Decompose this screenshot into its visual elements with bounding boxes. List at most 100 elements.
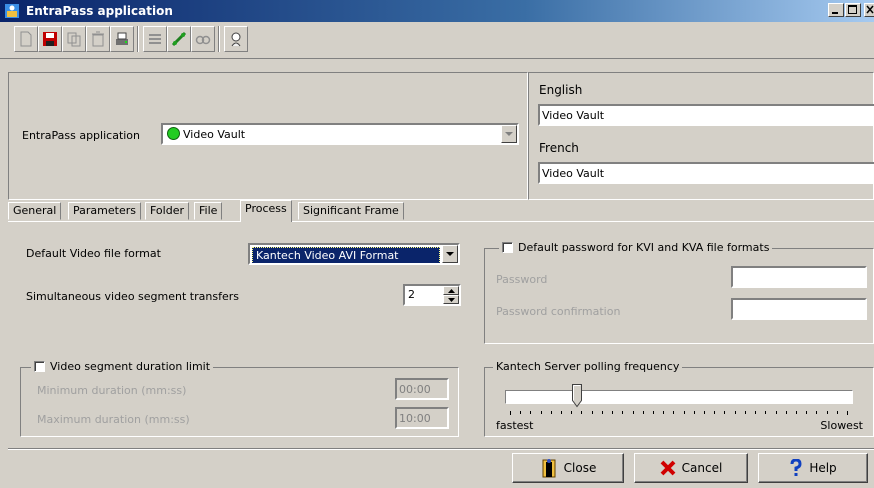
slider-tick bbox=[786, 411, 787, 414]
password-confirm-label: Password confirmation bbox=[496, 305, 621, 318]
min-duration-label: Minimum duration (mm:ss) bbox=[37, 384, 187, 397]
slider-tick bbox=[765, 411, 766, 414]
entrapass-application-value: Video Vault bbox=[183, 128, 246, 141]
bottom-separator bbox=[8, 448, 874, 450]
link-button[interactable] bbox=[167, 26, 191, 52]
transfers-spinner[interactable]: 2 bbox=[403, 284, 461, 306]
new-button[interactable] bbox=[14, 26, 38, 52]
slider-tick bbox=[571, 411, 572, 414]
video-format-label: Default Video file format bbox=[26, 247, 161, 260]
polling-slider-ticks bbox=[510, 411, 848, 415]
slider-tick bbox=[724, 411, 725, 414]
maximize-icon bbox=[848, 5, 857, 14]
slider-tick bbox=[551, 411, 552, 414]
slider-tick bbox=[776, 411, 777, 414]
delete-button[interactable] bbox=[86, 26, 110, 52]
duration-limit-checkbox[interactable] bbox=[34, 361, 45, 372]
save-icon bbox=[43, 32, 57, 46]
slider-tick bbox=[653, 411, 654, 414]
slider-tick bbox=[755, 411, 756, 414]
video-format-dropdown-button[interactable] bbox=[442, 245, 458, 263]
slider-tick bbox=[714, 411, 715, 414]
polling-frequency-group: Kantech Server polling frequency fastest… bbox=[484, 360, 874, 437]
transfers-value: 2 bbox=[408, 288, 415, 301]
app-selection-panel: EntraPass application Video Vault bbox=[8, 72, 528, 200]
tab-parameters[interactable]: Parameters bbox=[68, 202, 141, 220]
help-button-label: Help bbox=[809, 461, 837, 475]
minimize-button[interactable] bbox=[828, 3, 844, 17]
tab-file[interactable]: File bbox=[194, 202, 223, 220]
polling-max-label: Slowest bbox=[820, 419, 863, 432]
max-duration-label: Maximum duration (mm:ss) bbox=[37, 413, 190, 426]
default-password-label: Default password for KVI and KVA file fo… bbox=[518, 241, 770, 254]
toolbar bbox=[0, 22, 874, 59]
tab-process[interactable]: Process bbox=[240, 200, 292, 222]
question-mark-icon bbox=[790, 459, 802, 476]
toolbar-separator bbox=[218, 26, 220, 52]
polling-slider-thumb[interactable] bbox=[572, 384, 582, 408]
duration-limit-label: Video segment duration limit bbox=[50, 360, 211, 373]
copy-button[interactable] bbox=[62, 26, 86, 52]
password-confirm-field[interactable] bbox=[731, 298, 867, 320]
help-button[interactable]: Help bbox=[758, 453, 868, 483]
help-icon bbox=[231, 32, 241, 47]
language-panel: English Video Vault French Video Vault bbox=[528, 72, 874, 200]
french-name-field[interactable]: Video Vault bbox=[538, 162, 874, 184]
slider-tick bbox=[561, 411, 562, 414]
list-button[interactable] bbox=[143, 26, 167, 52]
polling-min-label: fastest bbox=[496, 419, 534, 432]
slider-tick bbox=[581, 411, 582, 414]
slider-tick bbox=[612, 411, 613, 414]
slider-tick bbox=[602, 411, 603, 414]
toolbar-separator bbox=[137, 26, 139, 52]
arrow-down-icon bbox=[447, 297, 455, 302]
tab-significant-frame[interactable]: Significant Frame bbox=[298, 202, 404, 220]
slider-tick bbox=[745, 411, 746, 414]
slider-tick bbox=[694, 411, 695, 414]
slider-tick bbox=[510, 411, 511, 415]
cancel-button[interactable]: Cancel bbox=[634, 453, 748, 483]
print-button[interactable] bbox=[110, 26, 134, 52]
english-name-field[interactable]: Video Vault bbox=[538, 104, 874, 126]
tab-general[interactable]: General bbox=[8, 202, 62, 220]
spin-buttons[interactable] bbox=[443, 286, 459, 304]
spin-down-button[interactable] bbox=[443, 295, 459, 304]
default-password-legend: Default password for KVI and KVA file fo… bbox=[499, 241, 773, 254]
slider-tick bbox=[673, 411, 674, 414]
slider-tick bbox=[704, 411, 705, 414]
slider-tick bbox=[633, 411, 634, 414]
min-duration-field[interactable]: 00:00 bbox=[395, 378, 449, 400]
password-field[interactable] bbox=[731, 266, 867, 288]
entrapass-window: EntraPass application EntraPass applicat… bbox=[0, 0, 874, 488]
slider-tick bbox=[837, 411, 838, 414]
polling-slider-track[interactable] bbox=[505, 390, 853, 404]
duration-limit-group: Video segment duration limit Minimum dur… bbox=[20, 360, 459, 437]
tab-folder[interactable]: Folder bbox=[145, 202, 189, 220]
max-duration-field[interactable]: 10:00 bbox=[395, 407, 449, 429]
slider-tick bbox=[530, 411, 531, 414]
slider-tick bbox=[622, 411, 623, 414]
help-toolbar-button[interactable] bbox=[224, 26, 248, 52]
close-button[interactable]: Close bbox=[512, 453, 624, 483]
slider-tick bbox=[541, 411, 542, 414]
video-format-value: Kantech Video AVI Format bbox=[252, 247, 440, 263]
save-button[interactable] bbox=[38, 26, 62, 52]
combo-dropdown-button[interactable] bbox=[501, 125, 517, 143]
find-icon bbox=[195, 35, 211, 45]
polling-frequency-label: Kantech Server polling frequency bbox=[496, 360, 680, 373]
video-format-combo[interactable]: Kantech Video AVI Format bbox=[248, 243, 460, 265]
new-icon bbox=[20, 31, 32, 47]
entrapass-application-combo[interactable]: Video Vault bbox=[161, 123, 519, 145]
default-password-checkbox[interactable] bbox=[502, 242, 513, 253]
title-bar[interactable]: EntraPass application bbox=[0, 0, 874, 22]
cancel-x-icon bbox=[660, 460, 676, 476]
maximize-button[interactable] bbox=[845, 3, 861, 17]
find-button[interactable] bbox=[191, 26, 215, 52]
slider-thumb-icon bbox=[572, 384, 582, 408]
copy-icon bbox=[67, 32, 81, 47]
close-window-button[interactable] bbox=[864, 3, 874, 17]
slider-tick bbox=[735, 411, 736, 414]
tab-panel-border bbox=[8, 221, 874, 222]
spin-up-button[interactable] bbox=[443, 286, 459, 295]
slider-tick bbox=[663, 411, 664, 414]
